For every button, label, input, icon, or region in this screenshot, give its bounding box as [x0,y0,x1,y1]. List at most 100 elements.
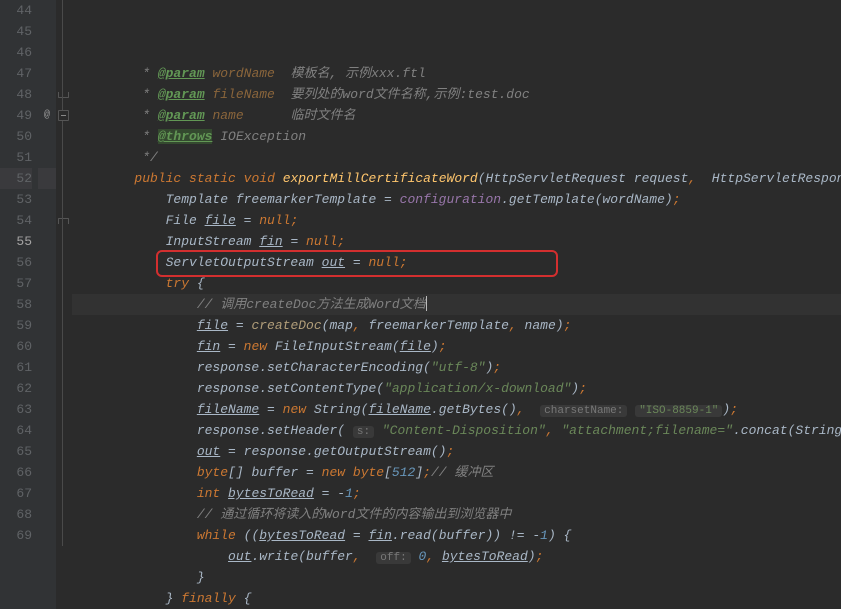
line-number[interactable]: 49 [0,105,32,126]
code-line[interactable]: while ((bytesToRead = fin.read(buffer)) … [72,525,841,546]
code-token: ] [415,465,423,480]
line-number[interactable]: 64 [0,420,32,441]
line-number[interactable]: 59 [0,315,32,336]
code-line[interactable]: fileName = new String(fileName.getBytes(… [72,399,841,420]
code-token: .getTemplate(wordName) [501,192,673,207]
line-number[interactable]: 56 [0,252,32,273]
line-number[interactable]: 62 [0,378,32,399]
code-token: (( [236,528,259,543]
line-number[interactable]: 68 [0,504,32,525]
code-token [72,402,197,417]
code-token: = [228,318,251,333]
code-token: , [517,402,525,417]
code-token: ServletOutputStream [72,255,322,270]
line-number[interactable]: 45 [0,21,32,42]
code-token: = [283,234,306,249]
line-number[interactable]: 50 [0,126,32,147]
code-line[interactable]: // 调用createDoc方法生成Word文档 [72,294,841,315]
code-token: .write(buffer [251,549,352,564]
code-line[interactable]: file = createDoc(map, freemarkerTemplate… [72,315,841,336]
line-number[interactable]: 47 [0,63,32,84]
code-token: void [244,171,275,186]
line-number[interactable]: 52 [0,168,32,189]
code-line[interactable]: // 通过循环将读入的Word文件的内容输出到浏览器中 [72,504,841,525]
line-number[interactable]: 67 [0,483,32,504]
code-token: // 通过循环将读入的Word文件的内容输出到浏览器中 [197,507,512,522]
line-number[interactable]: 48 [0,84,32,105]
code-line[interactable]: int bytesToRead = -1; [72,483,841,504]
code-token: ; [439,339,447,354]
code-token: .concat( [733,423,795,438]
code-token: * [142,66,158,81]
code-token: IOException [212,129,306,144]
code-token: configuration [400,192,501,207]
fold-toggle-icon[interactable] [58,110,69,121]
code-token: bytesToRead [259,528,345,543]
fold-end-icon[interactable] [58,92,69,98]
fold-column[interactable] [56,0,70,609]
code-token: = [236,213,259,228]
line-number[interactable]: 54 [0,210,32,231]
line-number[interactable]: 69 [0,525,32,546]
code-line[interactable]: out = response.getOutputStream(); [72,441,841,462]
code-line[interactable]: */ [72,147,841,168]
code-line[interactable]: try { [72,273,841,294]
line-number[interactable]: 55 [0,231,32,252]
code-line[interactable]: public static void exportMillCertificate… [72,168,841,189]
code-editor[interactable]: 4445464748495051525354555657585960616263… [0,0,841,609]
code-line[interactable]: byte[] buffer = new byte[512];// 缓冲区 [72,462,841,483]
line-number[interactable]: 63 [0,399,32,420]
line-number[interactable]: 57 [0,273,32,294]
code-line[interactable]: response.setContentType("application/x-d… [72,378,841,399]
code-token [361,549,377,564]
code-token: * [142,108,158,123]
code-line[interactable]: } finally { [72,588,841,609]
code-token: fileName [368,402,430,417]
code-area[interactable]: * @param wordName 模板名, 示例xxx.ftl * @para… [70,0,841,609]
code-token: null [306,234,337,249]
code-line[interactable]: ServletOutputStream out = null; [72,252,841,273]
text-caret [426,296,427,311]
fold-start-icon[interactable] [58,218,69,224]
line-number[interactable]: 65 [0,441,32,462]
code-line[interactable]: response.setCharacterEncoding("utf-8"); [72,357,841,378]
code-token: } [72,591,181,606]
code-line[interactable]: } [72,567,841,588]
code-line[interactable]: Template freemarkerTemplate = configurat… [72,189,841,210]
line-number[interactable]: 53 [0,189,32,210]
line-number[interactable]: 51 [0,147,32,168]
code-line[interactable]: response.setHeader( s: "Content-Disposit… [72,420,841,441]
code-token: try [166,276,189,291]
code-token: [ [384,465,392,480]
code-token: "utf-8" [431,360,486,375]
code-token [374,423,382,438]
code-line[interactable]: fin = new FileInputStream(file); [72,336,841,357]
code-token: * [142,87,158,102]
code-token: int [197,486,220,501]
line-number-gutter[interactable]: 4445464748495051525354555657585960616263… [0,0,38,609]
code-line[interactable]: File file = null; [72,210,841,231]
code-token: .getBytes() [431,402,517,417]
line-number[interactable]: 61 [0,357,32,378]
code-token [525,402,541,417]
code-token: 临时文件名 [244,108,356,123]
line-number[interactable]: 60 [0,336,32,357]
line-number[interactable]: 66 [0,462,32,483]
code-token: file [205,213,236,228]
code-line[interactable]: out.write(buffer, off: 0, bytesToRead); [72,546,841,567]
code-token: out [322,255,345,270]
code-token: = [345,255,368,270]
code-line[interactable]: InputStream fin = null; [72,231,841,252]
line-number[interactable]: 44 [0,0,32,21]
code-token: = [259,402,282,417]
code-token: byte [353,465,384,480]
code-token: ; [400,255,408,270]
line-number[interactable]: 46 [0,42,32,63]
code-line[interactable]: * @throws IOException [72,126,841,147]
code-line[interactable]: * @param wordName 模板名, 示例xxx.ftl [72,63,841,84]
code-line[interactable]: * @param name 临时文件名 [72,105,841,126]
line-number[interactable]: 58 [0,294,32,315]
code-line[interactable]: * @param fileName 要列处的word文件名称,示例:test.d… [72,84,841,105]
code-token: while [197,528,236,543]
code-token [236,171,244,186]
